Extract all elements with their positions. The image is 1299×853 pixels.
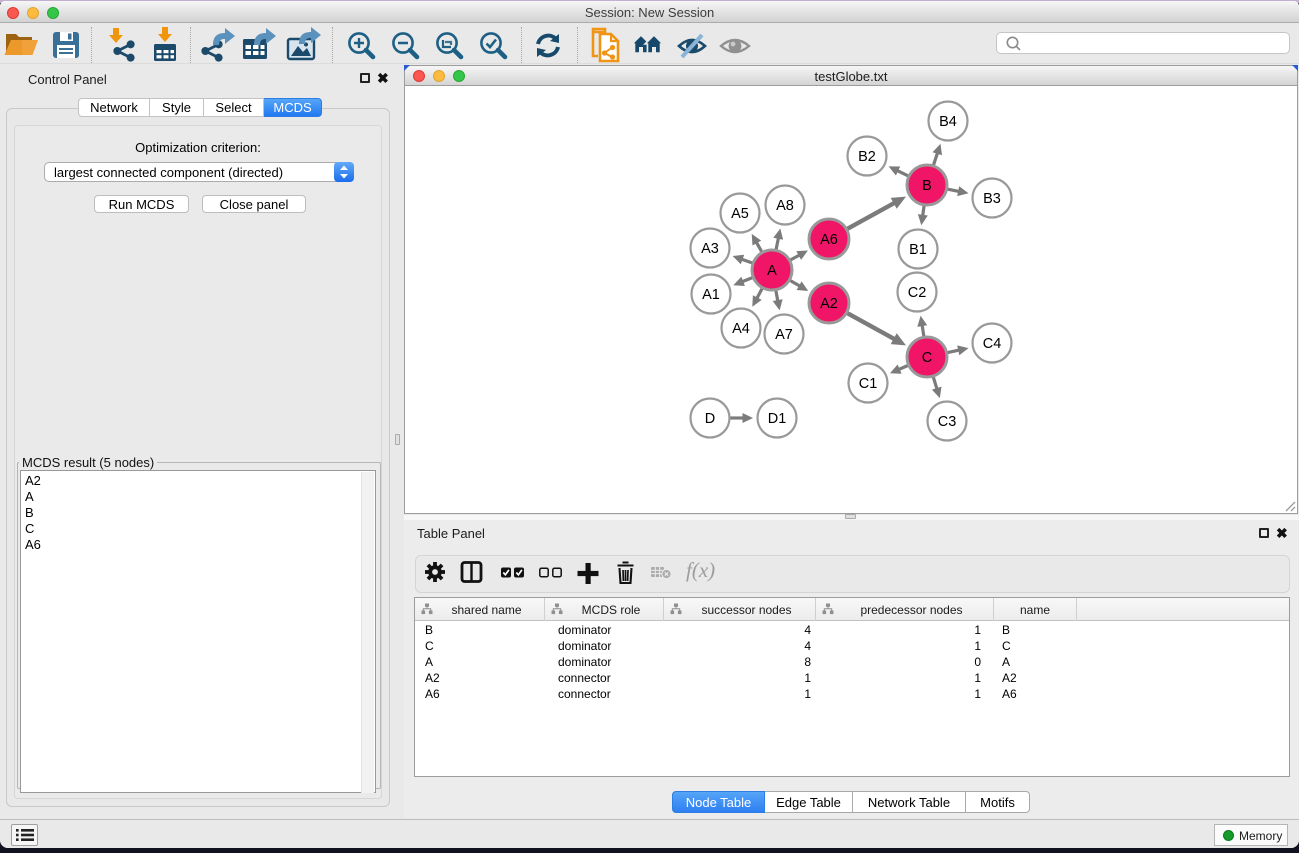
- svg-text:A8: A8: [776, 198, 794, 214]
- svg-text:B1: B1: [909, 242, 927, 258]
- svg-text:D1: D1: [768, 411, 787, 427]
- svg-text:B: B: [922, 178, 932, 194]
- svg-text:B3: B3: [983, 191, 1001, 207]
- svg-text:A4: A4: [732, 321, 750, 337]
- svg-text:A3: A3: [701, 241, 719, 257]
- svg-text:C: C: [922, 350, 932, 366]
- svg-text:C1: C1: [859, 376, 878, 392]
- svg-text:A1: A1: [702, 287, 720, 303]
- svg-text:C4: C4: [983, 336, 1002, 352]
- svg-text:A2: A2: [820, 296, 838, 312]
- svg-text:A: A: [767, 263, 777, 279]
- svg-text:B4: B4: [939, 114, 957, 130]
- svg-text:D: D: [705, 411, 715, 427]
- svg-text:C2: C2: [908, 285, 927, 301]
- svg-text:C3: C3: [938, 414, 957, 430]
- svg-text:A5: A5: [731, 206, 749, 222]
- svg-text:A6: A6: [820, 232, 838, 248]
- svg-text:B2: B2: [858, 149, 876, 165]
- svg-text:A7: A7: [775, 327, 793, 343]
